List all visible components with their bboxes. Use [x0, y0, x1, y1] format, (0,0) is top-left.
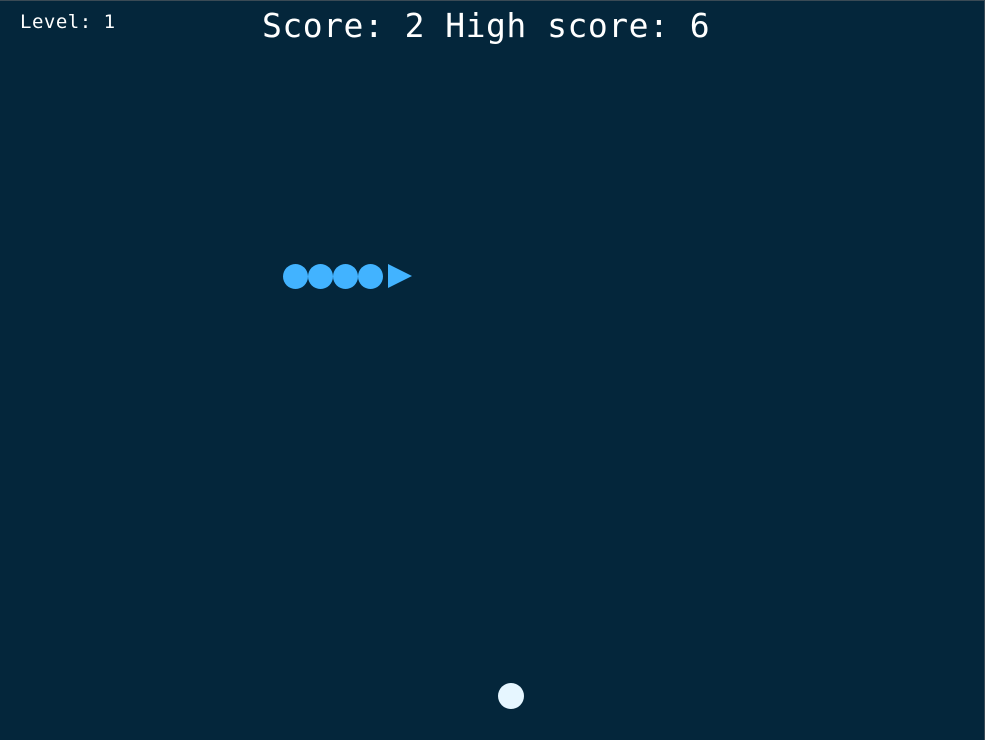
score-display: Score: 2 High score: 6: [262, 6, 711, 45]
snake-body-segment: [358, 264, 383, 289]
snake-head: [388, 264, 412, 288]
snake-body-segment: [308, 264, 333, 289]
food-pellet: [498, 683, 524, 709]
snake-body-segment: [283, 264, 308, 289]
level-indicator: Level: 1: [20, 11, 116, 33]
snake-body-segment: [333, 264, 358, 289]
game-canvas[interactable]: Level: 1 Score: 2 High score: 6: [0, 0, 985, 740]
